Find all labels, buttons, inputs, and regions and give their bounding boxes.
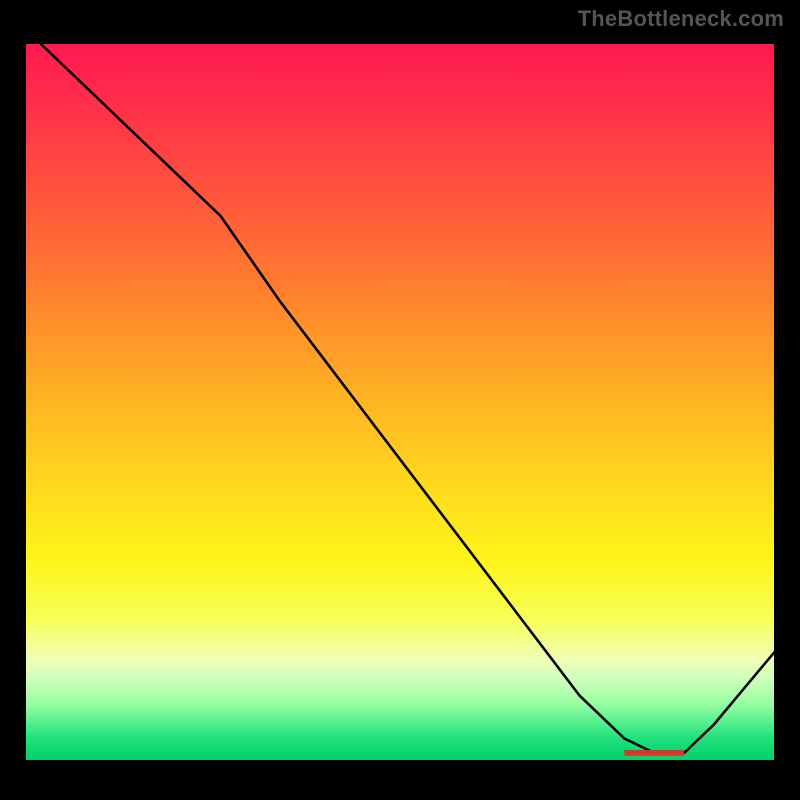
- watermark-text: TheBottleneck.com: [578, 6, 784, 32]
- chart-frame: [20, 38, 780, 766]
- page-root: TheBottleneck.com: [0, 0, 800, 800]
- chart-line-layer: [26, 44, 774, 760]
- chart-curve: [41, 44, 774, 753]
- chart-gradient-background: [26, 44, 774, 760]
